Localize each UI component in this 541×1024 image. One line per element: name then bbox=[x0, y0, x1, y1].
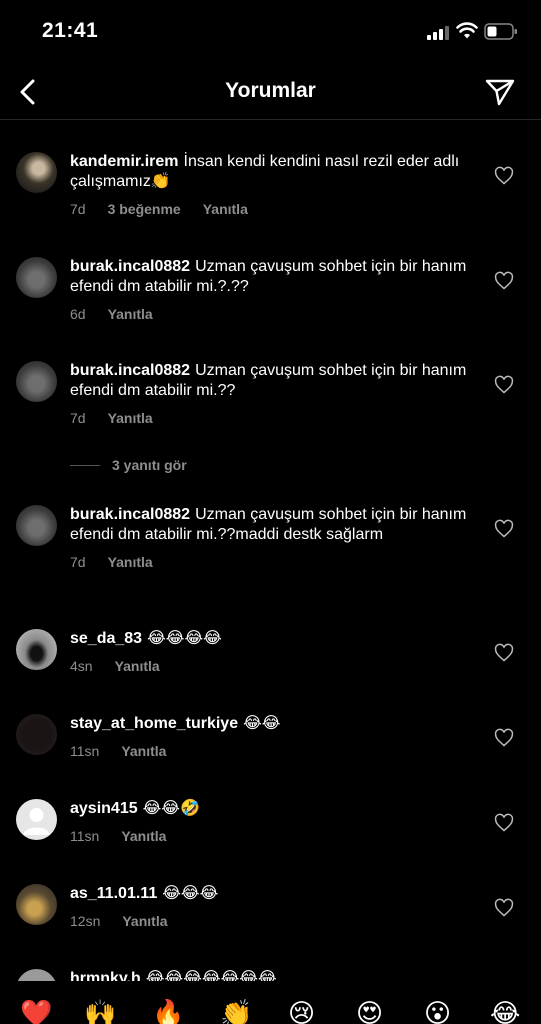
comment-username[interactable]: se_da_83 bbox=[70, 630, 142, 647]
emoji-clap[interactable]: 👏 bbox=[220, 998, 252, 1024]
comment-time: 11sn bbox=[70, 743, 100, 759]
comment-username[interactable]: burak.incal0882 bbox=[70, 506, 190, 523]
avatar[interactable] bbox=[16, 799, 57, 840]
view-replies-label: 3 yanıtı gör bbox=[112, 457, 187, 473]
heart-icon[interactable] bbox=[494, 271, 514, 291]
comment-username[interactable]: hrmnky.h bbox=[70, 970, 141, 981]
comment-time: 4sn bbox=[70, 658, 93, 674]
avatar[interactable] bbox=[16, 152, 57, 193]
emoji-fire[interactable]: 🔥 bbox=[152, 998, 184, 1024]
emoji-reaction-bar: ❤️ 🙌 🔥 👏 😢 😍 😮 😂 bbox=[0, 990, 541, 1024]
comment-text: 😂😂🤣 bbox=[142, 800, 200, 817]
comment-text: 😂😂😂😂 bbox=[147, 630, 222, 647]
comment-text: 😂😂 bbox=[243, 715, 281, 732]
reply-button[interactable]: Yanıtla bbox=[108, 410, 153, 426]
heart-icon[interactable] bbox=[494, 813, 514, 833]
comment-username[interactable]: as_11.01.11 bbox=[70, 885, 157, 902]
emoji-crying[interactable]: 😢 bbox=[288, 998, 315, 1024]
paper-plane-icon bbox=[485, 79, 515, 106]
reply-button[interactable]: Yanıtla bbox=[108, 554, 153, 570]
reply-button[interactable]: Yanıtla bbox=[121, 828, 166, 844]
avatar[interactable] bbox=[16, 884, 57, 925]
comment-time: 7d bbox=[70, 554, 86, 570]
heart-icon[interactable] bbox=[494, 375, 514, 395]
comment-time: 11sn bbox=[70, 828, 100, 844]
reply-button[interactable]: Yanıtla bbox=[203, 201, 248, 217]
heart-icon[interactable] bbox=[494, 166, 514, 186]
comments-list: kandemir.irem İnsan kendi kendini nasıl r… bbox=[0, 121, 541, 981]
heart-icon[interactable] bbox=[494, 519, 514, 539]
view-replies-button[interactable]: 3 yanıtı gör bbox=[70, 457, 187, 473]
status-time: 21:41 bbox=[42, 19, 99, 42]
avatar[interactable] bbox=[16, 257, 57, 298]
battery-icon bbox=[484, 23, 517, 40]
header: Yorumlar bbox=[0, 62, 541, 120]
avatar[interactable] bbox=[16, 969, 57, 981]
reply-button[interactable]: Yanıtla bbox=[108, 306, 153, 322]
comment-username[interactable]: kandemir.irem bbox=[70, 153, 179, 170]
heart-icon[interactable] bbox=[494, 898, 514, 918]
likes-count[interactable]: 3 beğenme bbox=[108, 201, 181, 217]
reply-button[interactable]: Yanıtla bbox=[115, 658, 160, 674]
page-title: Yorumlar bbox=[225, 79, 316, 102]
share-button[interactable] bbox=[480, 74, 520, 110]
cellular-signal-icon bbox=[427, 26, 451, 40]
emoji-heart[interactable]: ❤️ bbox=[20, 998, 52, 1024]
divider bbox=[70, 464, 100, 466]
comment-time: 7d bbox=[70, 201, 86, 217]
avatar[interactable] bbox=[16, 505, 57, 546]
emoji-tears-of-joy[interactable]: 😂 bbox=[490, 998, 520, 1024]
emoji-surprised[interactable]: 😮 bbox=[424, 998, 451, 1024]
comment-username[interactable]: stay_at_home_turkiye bbox=[70, 715, 238, 732]
heart-icon[interactable] bbox=[494, 643, 514, 663]
comment-time: 7d bbox=[70, 410, 86, 426]
comment-time: 12sn bbox=[70, 913, 101, 929]
comment-username[interactable]: aysin415 bbox=[70, 800, 138, 817]
heart-icon[interactable] bbox=[494, 728, 514, 748]
reply-button[interactable]: Yanıtla bbox=[122, 913, 167, 929]
status-bar: 21:41 bbox=[0, 0, 541, 62]
reply-button[interactable]: Yanıtla bbox=[121, 743, 166, 759]
default-avatar-icon bbox=[23, 808, 50, 835]
comment-username[interactable]: burak.incal0882 bbox=[70, 258, 190, 275]
emoji-heart-eyes[interactable]: 😍 bbox=[356, 998, 383, 1024]
comment-text: 😂😂😂😂😂😂😂 bbox=[145, 970, 277, 981]
comment-text: 😂😂😂 bbox=[162, 885, 219, 902]
comment-username[interactable]: burak.incal0882 bbox=[70, 362, 190, 379]
emoji-raised-hands[interactable]: 🙌 bbox=[84, 998, 116, 1024]
comment-time: 6d bbox=[70, 306, 86, 322]
wifi-icon bbox=[456, 22, 478, 39]
avatar[interactable] bbox=[16, 714, 57, 755]
avatar[interactable] bbox=[16, 629, 57, 670]
avatar[interactable] bbox=[16, 361, 57, 402]
